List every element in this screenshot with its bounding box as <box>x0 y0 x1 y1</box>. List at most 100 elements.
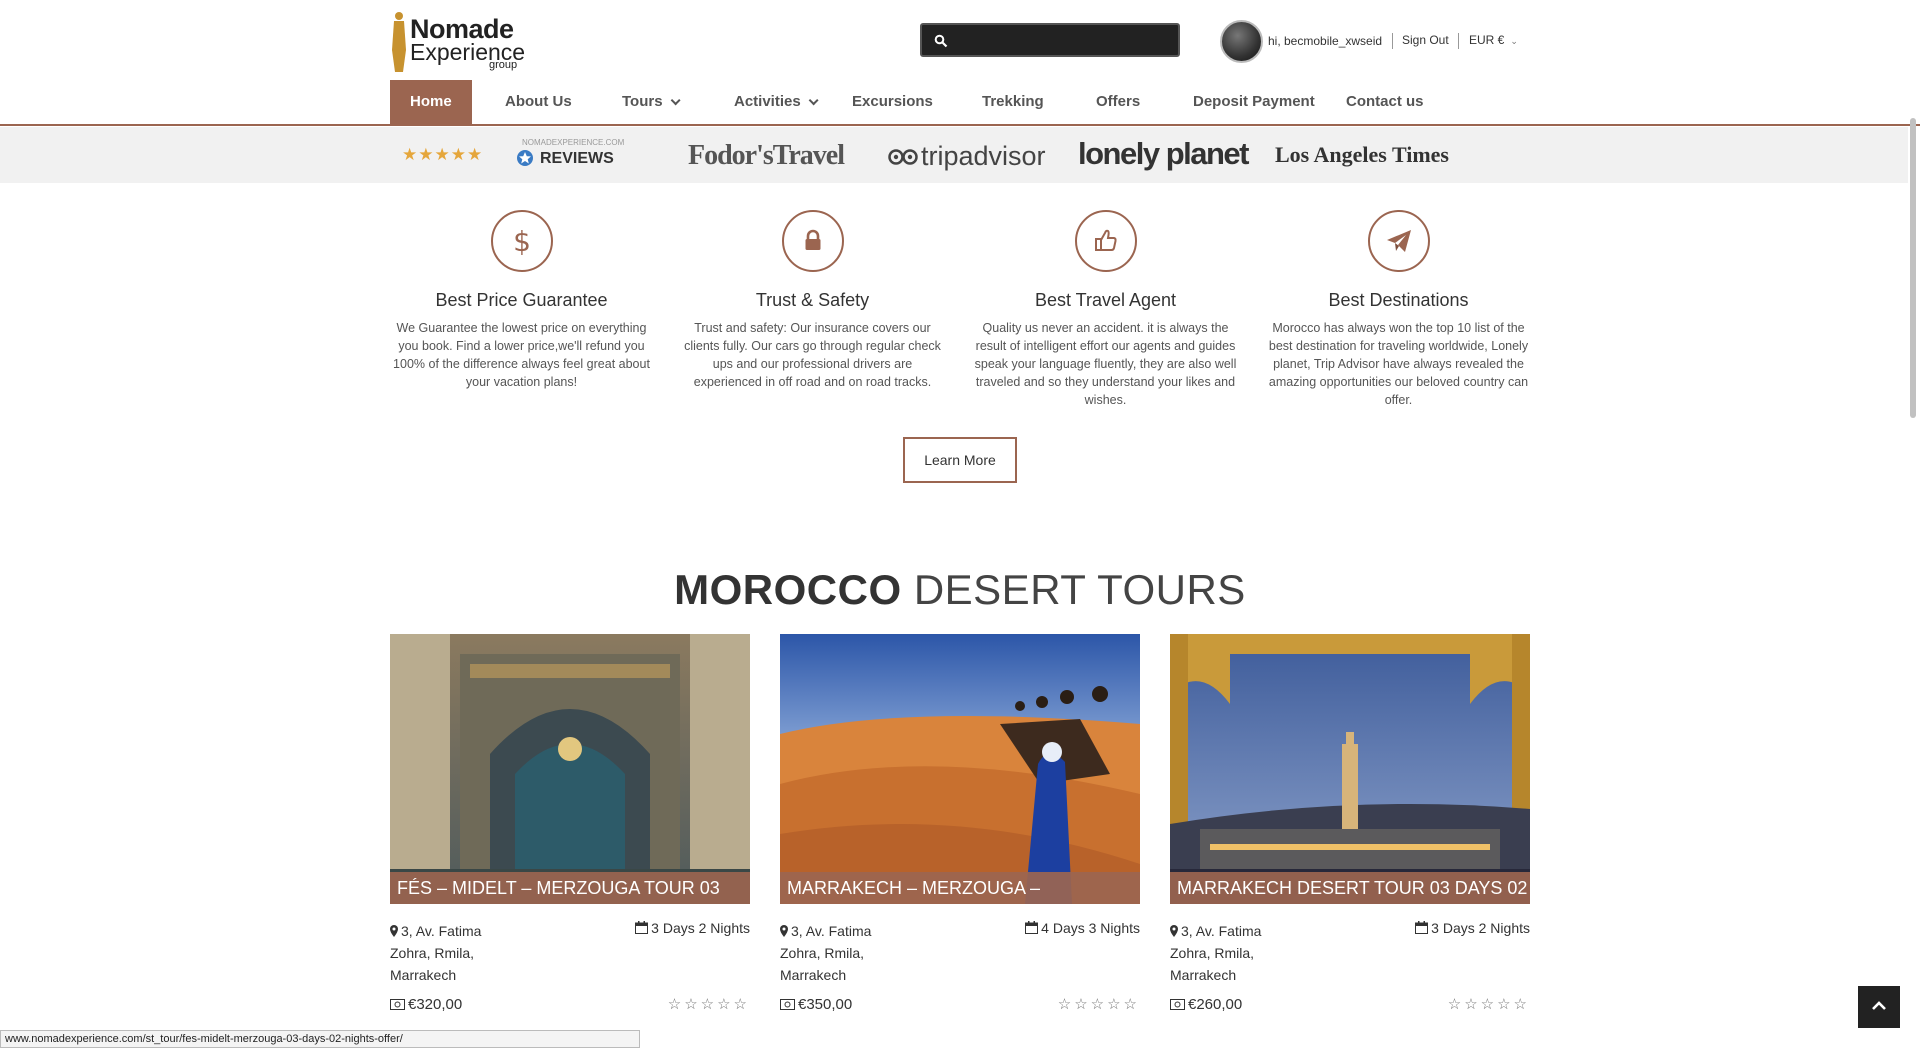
tour-title[interactable]: MARRAKECH – MERZOUGA – <box>780 872 1140 904</box>
divider <box>1392 33 1393 49</box>
nav-label: Deposit Payment <box>1193 93 1315 110</box>
feature-trust-safety: Trust & Safety Trust and safety: Our ins… <box>680 210 945 391</box>
tour-price-text: €260,00 <box>1188 996 1243 1013</box>
tour-title[interactable]: MARRAKECH DESERT TOUR 03 DAYS 02 <box>1170 872 1530 904</box>
sign-out-link[interactable]: Sign Out <box>1402 33 1449 47</box>
tour-card[interactable]: MARRAKECH DESERT TOUR 03 DAYS 02 3, Av. … <box>1170 634 1530 1013</box>
feature-title: Trust & Safety <box>755 290 870 310</box>
nav-deposit-payment[interactable]: Deposit Payment <box>1173 80 1335 126</box>
nav-activities[interactable]: Activities <box>714 80 835 126</box>
currency-selector[interactable]: EUR € ⌄ <box>1469 33 1518 47</box>
section-title: MOROCCO DESERT TOURS <box>0 566 1920 614</box>
reviews-label: REVIEWS <box>540 150 614 167</box>
tour-address-text: 3, Av. Fatima Zohra, Rmila, Marrakech <box>390 923 482 983</box>
money-icon <box>390 999 405 1010</box>
nav-about-us[interactable]: About Us <box>485 80 592 126</box>
tour-address: 3, Av. Fatima Zohra, Rmila, Marrakech <box>390 920 510 986</box>
rating-stars: ★★★★★ <box>402 145 484 164</box>
tour-price-text: €320,00 <box>408 996 463 1013</box>
nav-label: Offers <box>1096 93 1141 110</box>
nav-excursions[interactable]: Excursions <box>832 80 953 126</box>
calendar-icon <box>1025 921 1039 934</box>
nav-contact-us[interactable]: Contact us <box>1326 80 1444 126</box>
tour-price: €260,00 <box>1170 996 1242 1013</box>
lock-icon <box>805 229 820 250</box>
nav-label: Trekking <box>982 93 1044 110</box>
reviews-site-label: NOMADEXPERIENCE.COM <box>522 138 625 147</box>
tour-duration-text: 3 Days 2 Nights <box>1431 920 1530 936</box>
dollar-icon: $ <box>513 226 531 256</box>
tour-image[interactable]: MARRAKECH DESERT TOUR 03 DAYS 02 <box>1170 634 1530 904</box>
tour-rating-stars: ☆☆☆☆☆ <box>1057 996 1140 1013</box>
chevron-up-icon <box>1872 1001 1886 1010</box>
nomad-figure-icon <box>392 12 406 72</box>
tour-address-text: 3, Av. Fatima Zohra, Rmila, Marrakech <box>780 923 872 983</box>
tripadvisor-owl-icon <box>888 149 918 165</box>
tour-price-text: €350,00 <box>798 996 853 1013</box>
feature-icon-circle <box>1367 210 1430 272</box>
feature-icon-circle: $ <box>490 210 553 272</box>
nav-tours[interactable]: Tours <box>602 80 697 126</box>
city-night-image <box>1170 634 1530 904</box>
map-marker-icon <box>1170 925 1178 937</box>
los-angeles-times-logo: Los Angeles Times <box>1275 142 1449 167</box>
tour-duration: 4 Days 3 Nights <box>1025 920 1140 936</box>
tripadvisor-logo: tripadvisor <box>921 141 1046 171</box>
divider <box>1458 33 1459 49</box>
feature-description: Quality us never an accident. it is alwa… <box>974 321 1237 407</box>
nav-home[interactable]: Home <box>390 80 472 126</box>
calendar-icon <box>635 921 649 934</box>
tour-card[interactable]: MARRAKECH – MERZOUGA – 3, Av. Fatima Zoh… <box>780 634 1140 1013</box>
nav-label: Tours <box>622 93 663 110</box>
tour-image[interactable]: MARRAKECH – MERZOUGA – <box>780 634 1140 904</box>
tour-address: 3, Av. Fatima Zohra, Rmila, Marrakech <box>780 920 900 986</box>
map-marker-icon <box>780 925 788 937</box>
tour-price: €350,00 <box>780 996 852 1013</box>
calendar-icon <box>1415 921 1429 934</box>
nav-label: Home <box>410 93 452 110</box>
badge-icon <box>517 150 533 166</box>
scrollbar-thumb[interactable] <box>1910 118 1916 418</box>
thumbs-up-icon <box>1094 229 1117 251</box>
feature-icon-circle <box>1074 210 1137 272</box>
feature-title: Best Price Guarantee <box>435 290 608 310</box>
svg-text:$: $ <box>513 226 531 256</box>
mosque-interior-image <box>390 634 750 904</box>
tour-title[interactable]: FÉS – MIDELT – MERZOUGA TOUR 03 <box>390 872 750 904</box>
status-bar-url: www.nomadexperience.com/st_tour/fes-mide… <box>0 1030 640 1048</box>
site-logo[interactable]: Nomade Experience group <box>390 10 530 72</box>
tour-rating-stars: ☆☆☆☆☆ <box>1447 996 1530 1013</box>
tour-rating-stars: ☆☆☆☆☆ <box>667 996 750 1013</box>
feature-title: Best Travel Agent <box>1034 290 1177 310</box>
paper-plane-icon <box>1386 230 1411 252</box>
money-icon <box>1170 999 1185 1010</box>
tour-card[interactable]: FÉS – MIDELT – MERZOUGA TOUR 03 3, Av. F… <box>390 634 750 1013</box>
feature-best-travel-agent: Best Travel Agent Quality us never an ac… <box>973 210 1238 409</box>
search-box <box>920 23 1180 57</box>
feature-icon-circle <box>781 210 844 272</box>
back-to-top-button[interactable] <box>1858 986 1900 1028</box>
feature-title: Best Destinations <box>1328 290 1469 310</box>
search-input[interactable] <box>958 29 1168 51</box>
money-icon <box>780 999 795 1010</box>
tour-duration: 3 Days 2 Nights <box>1415 920 1530 936</box>
learn-more-button[interactable]: Learn More <box>903 437 1017 483</box>
tour-address: 3, Av. Fatima Zohra, Rmila, Marrakech <box>1170 920 1290 986</box>
search-icon[interactable] <box>934 34 948 48</box>
nav-label: About Us <box>505 93 572 110</box>
nav-offers[interactable]: Offers <box>1076 80 1160 126</box>
tour-duration-text: 3 Days 2 Nights <box>651 920 750 936</box>
feature-description: Trust and safety: Our insurance covers o… <box>684 321 941 389</box>
chevron-down-icon <box>670 95 681 106</box>
currency-label: EUR € <box>1469 33 1505 47</box>
nav-label: Excursions <box>852 93 933 110</box>
nav-trekking[interactable]: Trekking <box>962 80 1064 126</box>
feature-best-destinations: Best Destinations Morocco has always won… <box>1266 210 1531 409</box>
feature-best-price: $ Best Price Guarantee We Guarantee the … <box>389 210 654 391</box>
avatar[interactable] <box>1220 20 1263 63</box>
tour-image[interactable]: FÉS – MIDELT – MERZOUGA TOUR 03 <box>390 634 750 904</box>
section-title-rest: DESERT TOURS <box>913 566 1246 613</box>
site-header: Nomade Experience group hi, becmobile_xw… <box>0 0 1920 126</box>
fodors-travel-logo: Fodor'sTravel <box>688 140 845 171</box>
map-marker-icon <box>390 925 398 937</box>
